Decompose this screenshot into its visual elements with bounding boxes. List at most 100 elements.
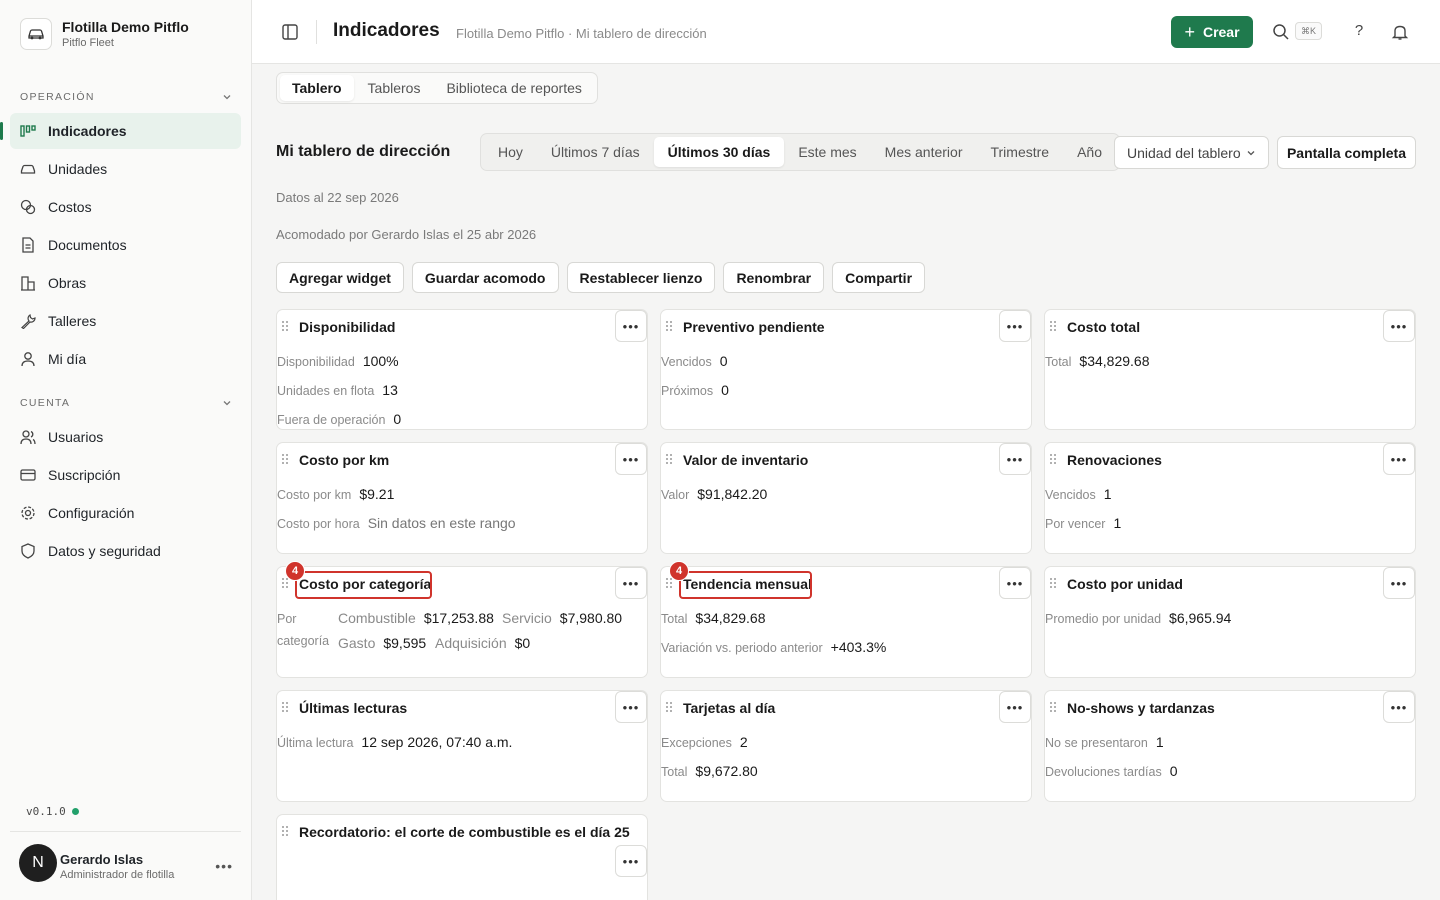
widget-menu-button[interactable]: ••• [615,567,647,599]
widget-menu-button[interactable]: ••• [1383,691,1415,723]
metric-row: Excepciones 2 [661,734,748,750]
metric-row: Disponibilidad 100% [277,353,399,369]
org-switcher[interactable]: Flotilla Demo Pitflo Pitflo Fleet [20,18,189,50]
sidebar-item-suscripcion[interactable]: Suscripción [10,457,241,493]
range-trimestre[interactable]: Trimestre [976,137,1063,167]
annotation-badge: 4 [669,561,689,581]
metric-label: Costo por km [277,488,352,502]
drag-handle-icon[interactable] [281,453,289,465]
widget-menu-button[interactable]: ••• [1383,567,1415,599]
widget-menu-button[interactable]: ••• [1383,310,1415,342]
tab-biblioteca[interactable]: Biblioteca de reportes [434,75,593,101]
drag-handle-icon[interactable] [1049,577,1057,589]
sidebar-item-label: Usuarios [48,429,104,445]
add-widget-button[interactable]: Agregar widget [276,262,404,293]
range-hoy[interactable]: Hoy [484,137,537,167]
shield-icon [20,543,36,559]
metric-label: Total [661,612,688,626]
range-7-dias[interactable]: Últimos 7 días [537,137,654,167]
drag-handle-icon[interactable] [665,701,673,713]
metric-label: Total [1045,355,1072,369]
sidebar-item-talleres[interactable]: Talleres [10,303,241,339]
bell-icon[interactable] [1391,23,1409,41]
share-button[interactable]: Compartir [832,262,926,293]
sidebar-item-datos-seguridad[interactable]: Datos y seguridad [10,533,241,569]
widget-title: Tarjetas al día [683,700,776,716]
metric-label: categoría [277,634,330,648]
metric-row: Costo por hora Sin datos en este rango [277,515,516,531]
sidebar-toggle-icon[interactable] [280,22,300,42]
tab-tableros[interactable]: Tableros [356,75,433,101]
coins-icon [20,199,36,215]
drag-handle-icon[interactable] [281,320,289,332]
sidebar-item-label: Mi día [48,351,87,367]
sidebar-item-costos[interactable]: Costos [10,189,241,225]
drag-handle-icon[interactable] [281,701,289,713]
metric-row: Vencidos 0 [661,353,728,369]
widget-menu-button[interactable]: ••• [615,691,647,723]
widget-menu-button[interactable]: ••• [615,845,647,877]
metric-label: Por vencer [1045,517,1106,531]
drag-handle-icon[interactable] [1049,320,1057,332]
metric-row: Devoluciones tardías 0 [1045,763,1178,779]
widget-menu-button[interactable]: ••• [999,567,1031,599]
sidebar-item-configuracion[interactable]: Configuración [10,495,241,531]
widget-tendencia: Tendencia mensual 4 ••• Total $34,829.68 … [660,561,1032,678]
sidebar-item-indicadores[interactable]: Indicadores [0,113,241,149]
widget-costo-unidad: Costo por unidad ••• Promedio por unidad… [1044,566,1416,678]
chevron-down-icon [1247,150,1255,155]
rename-button[interactable]: Renombrar [723,262,825,293]
range-30-dias[interactable]: Últimos 30 días [653,137,785,167]
highlight-box [295,571,432,599]
divider [316,20,317,44]
more-icon[interactable]: ••• [215,858,233,874]
unit-select[interactable]: Unidad del tablero [1114,136,1269,169]
sidebar-item-usuarios[interactable]: Usuarios [10,419,241,455]
search-icon[interactable] [1272,23,1290,41]
fullscreen-button[interactable]: Pantalla completa [1277,136,1416,169]
tab-tablero[interactable]: Tablero [280,75,354,101]
sidebar-item-label: Datos y seguridad [48,543,161,559]
section-cuenta[interactable]: CUENTA [20,397,232,409]
widget-menu-button[interactable]: ••• [999,310,1031,342]
widget-menu-button[interactable]: ••• [999,443,1031,475]
save-layout-button[interactable]: Guardar acomodo [411,262,559,293]
chevron-down-icon [223,95,231,100]
metric-value: 1 [1113,515,1122,531]
sidebar-item-obras[interactable]: Obras [10,265,241,301]
range-ano[interactable]: Año [1063,137,1116,167]
help-icon[interactable]: ? [1349,22,1369,39]
page-title: Indicadores [333,20,440,41]
metric-label: Última lectura [277,736,354,750]
section-operacion[interactable]: OPERACIÓN [20,91,232,103]
reset-canvas-button[interactable]: Restablecer lienzo [566,262,716,293]
sidebar-item-unidades[interactable]: Unidades [10,151,241,187]
drag-handle-icon[interactable] [665,453,673,465]
metric-value: 12 sep 2026, 07:40 a.m. [361,734,513,750]
drag-handle-icon[interactable] [281,825,289,837]
metric-row: Próximos 0 [661,382,729,398]
widget-menu-button[interactable]: ••• [615,310,647,342]
user-menu[interactable]: N Gerardo Islas Administrador de flotill… [10,831,241,900]
sidebar-item-documentos[interactable]: Documentos [10,227,241,263]
section-label: CUENTA [20,397,71,409]
drag-handle-icon[interactable] [1049,701,1057,713]
create-button[interactable]: + Crear [1171,16,1253,48]
widget-menu-button[interactable]: ••• [1383,443,1415,475]
widget-menu-button[interactable]: ••• [615,443,647,475]
metric-value: $6,965.94 [1169,610,1232,626]
widget-menu-button[interactable]: ••• [999,691,1031,723]
metric-value: $9,672.80 [695,763,758,779]
range-este-mes[interactable]: Este mes [784,137,870,167]
range-mes-anterior[interactable]: Mes anterior [871,137,977,167]
metric-row: No se presentaron 1 [1045,734,1164,750]
drag-handle-icon[interactable] [665,320,673,332]
sidebar-item-mi-dia[interactable]: Mi día [10,341,241,377]
building-icon [20,275,36,291]
metric-label: Costo por hora [277,517,360,531]
metric-label: Disponibilidad [277,355,355,369]
drag-handle-icon[interactable] [1049,453,1057,465]
category-item: Gasto $9,595 [338,635,427,651]
metric-value: $34,829.68 [695,610,766,626]
metric-value: 0 [721,382,729,398]
